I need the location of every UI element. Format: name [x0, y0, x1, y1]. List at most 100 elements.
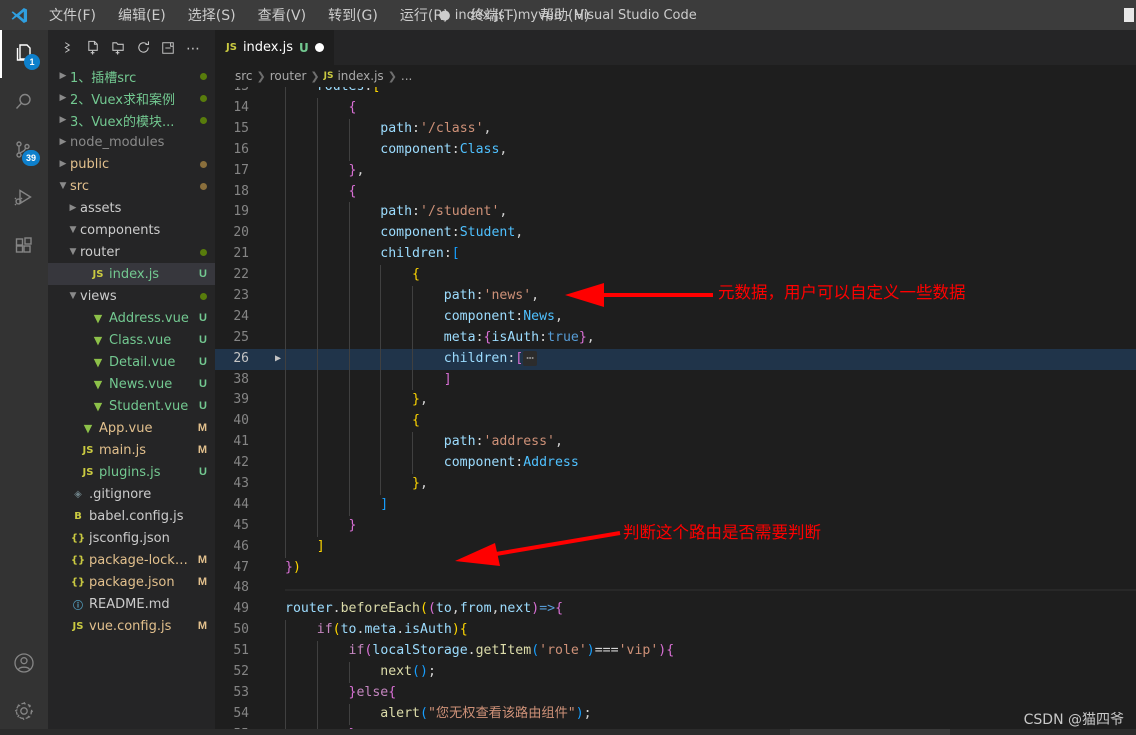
code-line[interactable]: 51 if(localStorage.getItem('role')==='vi… — [215, 641, 1136, 663]
tree-item-router[interactable]: ▼ router — [48, 241, 215, 263]
tree-item-public[interactable]: ▶ public — [48, 153, 215, 175]
tree-item-2vuex[interactable]: ▶ 2、Vuex求和案例 — [48, 87, 215, 109]
code-line[interactable]: 19 path:'/student', — [215, 202, 1136, 224]
activity-accounts[interactable] — [0, 639, 48, 687]
activity-settings[interactable] — [0, 687, 48, 735]
tree-item-vue.config.js[interactable]: JS vue.config.js M — [48, 615, 215, 637]
tree-item-plugins.js[interactable]: JS plugins.js U — [48, 461, 215, 483]
tree-item-src[interactable]: ▼ src — [48, 175, 215, 197]
code-line[interactable]: 43 }, — [215, 474, 1136, 495]
code-line[interactable]: 41 path:'address', — [215, 432, 1136, 454]
chevron-right-icon[interactable]: ▶ — [66, 203, 80, 213]
tab-dirty-indicator[interactable] — [314, 43, 324, 52]
code-line[interactable]: 39 }, — [215, 390, 1136, 412]
code-line[interactable]: 44 ] — [215, 494, 1136, 516]
chevron-right-icon[interactable]: ▶ — [56, 115, 70, 125]
tree-item-.gitignore[interactable]: ◈ .gitignore — [48, 483, 215, 505]
menu-view[interactable]: 查看(V) — [247, 2, 318, 28]
code-line[interactable]: 49 router.beforeEach((to,from,next)=>{ — [215, 599, 1136, 620]
code-line[interactable]: 15 path:'/class', — [215, 118, 1136, 140]
chevron-down-icon[interactable]: ▼ — [66, 247, 80, 257]
breadcrumb-router[interactable]: router — [270, 69, 307, 83]
code-line[interactable]: 52 next(); — [215, 662, 1136, 683]
menu-help[interactable]: 帮助(H) — [529, 2, 600, 28]
activity-search[interactable] — [0, 78, 48, 126]
tree-item-3vuex...[interactable]: ▶ 3、Vuex的模块... — [48, 109, 215, 131]
chevron-right-icon[interactable]: ▶ — [56, 137, 70, 147]
tree-item-app.vue[interactable]: ▼ App.vue M — [48, 417, 215, 439]
code-line[interactable]: 54 alert("您无权查看该路由组件"); — [215, 703, 1136, 725]
code-line[interactable]: 25 meta:{isAuth:true}, — [215, 327, 1136, 349]
tree-item-detail.vue[interactable]: ▼ Detail.vue U — [48, 351, 215, 373]
tree-item-1src[interactable]: ▶ 1、插槽src — [48, 65, 215, 87]
code-line[interactable]: 24 component:News, — [215, 306, 1136, 328]
code-line[interactable]: 13 routes:[ — [215, 87, 1136, 98]
tree-item-index.js[interactable]: JS index.js U — [48, 263, 215, 285]
menu-edit[interactable]: 编辑(E) — [107, 2, 177, 28]
breadcrumb-src[interactable]: src — [235, 69, 253, 83]
code-line[interactable]: 23 path:'news', — [215, 286, 1136, 307]
activity-source-control[interactable]: 39 — [0, 126, 48, 174]
activity-run-debug[interactable] — [0, 174, 48, 222]
code-editor[interactable]: 13 routes:[14 {15 path:'/class',16 compo… — [215, 87, 1136, 735]
code-line[interactable]: 22 { — [215, 265, 1136, 287]
code-line[interactable]: 14 { — [215, 98, 1136, 119]
tree-item-class.vue[interactable]: ▼ Class.vue U — [48, 329, 215, 351]
code-line[interactable]: 47}) — [215, 558, 1136, 579]
menu-go[interactable]: 转到(G) — [317, 2, 389, 28]
chevron-down-icon[interactable]: ▼ — [66, 291, 80, 301]
code-line[interactable]: 48 — [215, 578, 1136, 599]
breadcrumb[interactable]: src ❯ router ❯ JS index.js ❯ ... — [215, 65, 1136, 87]
tree-item-components[interactable]: ▼ components — [48, 219, 215, 241]
chevron-down-icon[interactable]: ▼ — [66, 225, 80, 235]
tree-item-babel.config.js[interactable]: Bbabel.config.js — [48, 505, 215, 527]
fold-chevron-icon[interactable]: ▶ — [271, 349, 285, 370]
code-line[interactable]: 38 ] — [215, 369, 1136, 391]
file-tree[interactable]: ▶ 1、插槽src ▶ 2、Vuex求和案例 ▶ 3、Vuex的模块... ▶ node_mo… — [48, 65, 215, 735]
code-line[interactable]: 21 children:[ — [215, 244, 1136, 266]
code-line[interactable]: 17 }, — [215, 160, 1136, 182]
collapse-explorer-icon[interactable] — [60, 40, 76, 56]
code-line[interactable]: 16 component:Class, — [215, 139, 1136, 161]
breadcrumb-more[interactable]: ... — [401, 69, 412, 83]
tab-index-js[interactable]: JS index.js U — [215, 30, 335, 65]
breadcrumb-index-js[interactable]: index.js — [337, 69, 383, 83]
new-file-icon[interactable] — [85, 40, 101, 56]
tree-item-jsconfig.json[interactable]: {} jsconfig.json — [48, 527, 215, 549]
code-content[interactable]: 13 routes:[14 {15 path:'/class',16 compo… — [215, 87, 1136, 735]
editor-scrollbar[interactable] — [1122, 87, 1136, 735]
code-line[interactable]: 42 component:Address — [215, 453, 1136, 475]
tree-item-nodemodules[interactable]: ▶ node_modules — [48, 131, 215, 153]
code-line[interactable]: 26 ▶ children:[⋯ — [215, 348, 1136, 370]
code-line[interactable]: 18 { — [215, 181, 1136, 203]
new-folder-icon[interactable] — [110, 40, 126, 56]
menu-run[interactable]: 运行(R) — [389, 2, 460, 28]
menu-selection[interactable]: 选择(S) — [177, 2, 247, 28]
chevron-right-icon[interactable]: ▶ — [56, 93, 70, 103]
menu-file[interactable]: 文件(F) — [38, 2, 107, 28]
tree-item-views[interactable]: ▼ views — [48, 285, 215, 307]
tree-item-assets[interactable]: ▶ assets — [48, 197, 215, 219]
tree-item-student.vue[interactable]: ▼ Student.vue U — [48, 395, 215, 417]
activity-explorer[interactable]: 1 — [0, 30, 48, 78]
tree-item-main.js[interactable]: JS main.js M — [48, 439, 215, 461]
collapse-all-icon[interactable] — [160, 40, 176, 56]
chevron-down-icon[interactable]: ▼ — [56, 181, 70, 191]
code-line[interactable]: 50 if(to.meta.isAuth){ — [215, 620, 1136, 642]
refresh-icon[interactable] — [135, 40, 151, 56]
activity-extensions[interactable] — [0, 222, 48, 270]
chevron-right-icon[interactable]: ▶ — [56, 71, 70, 81]
tree-item-news.vue[interactable]: ▼ News.vue U — [48, 373, 215, 395]
menu-terminal[interactable]: 终端(T) — [460, 2, 529, 28]
tree-item-package-lock.json[interactable]: {}package-lock.json M — [48, 549, 215, 571]
tree-item-package.json[interactable]: {} package.json M — [48, 571, 215, 593]
tree-item-readme.md[interactable]: ⓘ README.md — [48, 593, 215, 615]
code-line[interactable]: 40 { — [215, 411, 1136, 433]
window-controls[interactable] — [1122, 0, 1136, 30]
code-line[interactable]: 20 component:Student, — [215, 223, 1136, 245]
chevron-right-icon[interactable]: ▶ — [56, 159, 70, 169]
tree-item-address.vue[interactable]: ▼ Address.vue U — [48, 307, 215, 329]
menu-bar[interactable]: 文件(F) 编辑(E) 选择(S) 查看(V) 转到(G) 运行(R) 终端(T… — [38, 2, 600, 28]
more-actions-icon[interactable]: ⋯ — [185, 40, 201, 56]
code-line[interactable]: 53 }else{ — [215, 682, 1136, 704]
